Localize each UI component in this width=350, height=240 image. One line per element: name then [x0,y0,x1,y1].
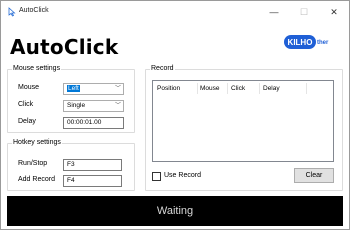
column-header-delay[interactable]: Delay [263,84,280,94]
add-record-hotkey-input[interactable]: F4 [63,175,122,187]
title-bar[interactable]: AutoClick — ☐ ✕ [1,1,349,23]
column-divider [227,83,228,94]
chevron-down-icon: ﹀ [114,103,121,109]
click-type-select[interactable]: Single ﹀ [63,100,124,112]
column-divider [306,83,307,94]
record-group: Record Position Mouse Click Delay Use Re… [145,65,343,191]
hotkey-settings-label: Hotkey settings [12,139,62,146]
close-button[interactable]: ✕ [319,1,349,23]
run-stop-label: Run/Stop [18,160,48,167]
minimize-button[interactable]: — [259,1,289,23]
column-divider [197,83,198,94]
mouse-label: Mouse [18,84,40,91]
window-title: AutoClick [19,7,49,14]
brand-logo: KILHO ther [284,35,336,49]
clear-button[interactable]: Clear [294,168,334,183]
run-stop-hotkey-input[interactable]: F3 [63,159,122,171]
logo-badge: KILHO [284,35,316,49]
click-label: Click [18,101,34,108]
delay-input[interactable]: 00:00:01.00 [63,117,124,129]
column-header-mouse[interactable]: Mouse [200,84,220,94]
mouse-settings-label: Mouse settings [12,65,62,72]
column-header-position[interactable]: Position [157,84,180,94]
delay-label: Delay [18,118,36,125]
status-bar: Waiting [7,196,343,226]
app-heading: AutoClick [10,35,119,59]
chevron-down-icon: ﹀ [114,86,121,92]
use-record-checkbox[interactable] [152,172,161,181]
column-header-click[interactable]: Click [231,84,245,94]
add-record-label: Add Record [18,176,55,183]
record-list[interactable]: Position Mouse Click Delay [152,80,334,162]
mouse-button-value: Left [67,85,80,92]
hotkey-settings-group: Hotkey settings Run/Stop F3 Add Record F… [7,139,135,191]
logo-suffix: ther [317,40,329,46]
mouse-settings-group: Mouse settings Mouse Left ﹀ Click Single… [7,65,135,133]
mouse-button-select[interactable]: Left ﹀ [63,83,124,95]
mouse-pointer-icon [8,7,16,17]
use-record-label[interactable]: Use Record [164,172,201,179]
maximize-button[interactable]: ☐ [289,1,319,23]
record-label: Record [150,65,175,72]
app-window: AutoClick — ☐ ✕ AutoClick KILHO ther Mou… [0,0,350,230]
click-type-value: Single [67,102,86,109]
column-divider [259,83,260,94]
